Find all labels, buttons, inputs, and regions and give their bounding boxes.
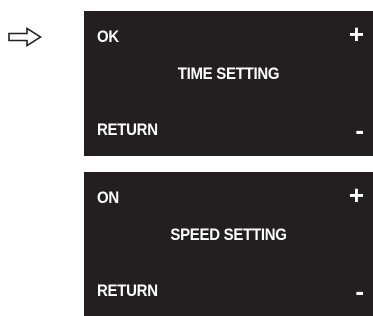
panel-title: TIME SETTING bbox=[177, 64, 280, 83]
plus-button[interactable]: + bbox=[349, 182, 364, 208]
minus-button[interactable]: - bbox=[355, 278, 364, 304]
plus-button[interactable]: + bbox=[349, 21, 364, 47]
right-arrow-icon bbox=[8, 27, 42, 47]
return-button[interactable]: RETURN bbox=[97, 281, 158, 301]
time-setting-panel: OK TIME SETTING RETURN + - bbox=[84, 11, 373, 156]
on-button[interactable]: ON bbox=[97, 188, 119, 208]
minus-button[interactable]: - bbox=[355, 117, 364, 143]
panel-title: SPEED SETTING bbox=[170, 225, 287, 244]
return-button[interactable]: RETURN bbox=[97, 120, 158, 140]
ok-button[interactable]: OK bbox=[97, 27, 119, 47]
speed-setting-panel: ON SPEED SETTING RETURN + - bbox=[84, 172, 373, 316]
